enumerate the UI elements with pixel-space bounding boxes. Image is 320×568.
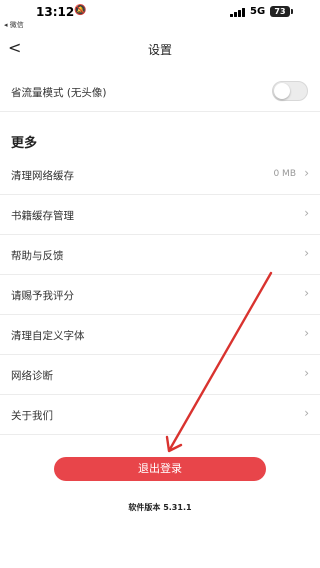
settings-item-label: 帮助与反馈	[11, 250, 64, 262]
arrow-head	[165, 435, 183, 453]
settings-item-network-diagnosis[interactable]: 网络诊断 ›	[0, 355, 320, 395]
chevron-right-icon: ›	[304, 206, 309, 220]
app-version: 软件版本 5.31.1	[128, 503, 192, 512]
status-bar: 13:12 🔕 ◂ 微信 5G 73	[0, 0, 320, 30]
chevron-right-icon: ›	[304, 286, 309, 300]
chevron-right-icon: ›	[304, 406, 309, 420]
settings-item-label: 网络诊断	[11, 370, 53, 382]
data-saver-row: 省流量模式 (无头像)	[0, 72, 320, 112]
settings-item-label: 书籍缓存管理	[11, 210, 74, 222]
status-time: 13:12	[36, 5, 75, 19]
settings-item-about-us[interactable]: 关于我们 ›	[0, 395, 320, 435]
logout-button[interactable]: 退出登录	[54, 457, 266, 481]
settings-item-rate-us[interactable]: 请赐予我评分 ›	[0, 275, 320, 315]
cache-size-value: 0 MB	[273, 169, 296, 179]
settings-item-label: 清理自定义字体	[11, 330, 85, 342]
chevron-right-icon: ›	[304, 366, 309, 380]
data-saver-toggle[interactable]	[272, 81, 308, 101]
data-saver-label: 省流量模式 (无头像)	[11, 87, 107, 99]
settings-item-help-feedback[interactable]: 帮助与反馈 ›	[0, 235, 320, 275]
settings-item-clear-custom-fonts[interactable]: 清理自定义字体 ›	[0, 315, 320, 355]
network-type: 5G	[250, 6, 266, 17]
more-section-title: 更多	[11, 136, 38, 151]
battery-icon: 73	[270, 6, 293, 17]
chevron-right-icon: ›	[304, 326, 309, 340]
battery-level: 73	[274, 7, 286, 16]
back-to-app-link[interactable]: ◂ 微信	[4, 20, 24, 30]
chevron-right-icon: ›	[304, 246, 309, 260]
settings-item-label: 清理网络缓存	[11, 170, 74, 182]
settings-item-label: 关于我们	[11, 410, 53, 422]
page-title: 设置	[147, 43, 172, 57]
settings-item-label: 请赐予我评分	[11, 290, 74, 302]
settings-item-clear-network-cache[interactable]: 清理网络缓存 0 MB ›	[0, 155, 320, 195]
nav-bar: < 设置	[0, 36, 320, 62]
toggle-knob	[274, 83, 290, 99]
chevron-right-icon: ›	[304, 166, 309, 180]
settings-item-book-cache[interactable]: 书籍缓存管理 ›	[0, 195, 320, 235]
mute-bell-icon: 🔕	[74, 5, 87, 16]
cellular-signal-icon	[230, 8, 246, 17]
